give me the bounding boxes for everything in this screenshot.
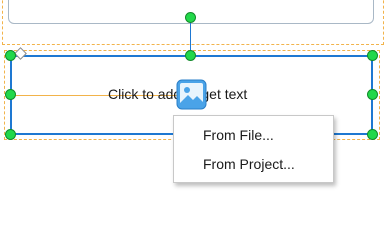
resize-handle-top-left[interactable] — [5, 50, 16, 61]
resize-handle-middle-right[interactable] — [367, 89, 378, 100]
resize-handle-bottom-right[interactable] — [367, 129, 378, 140]
upper-box-dashed-outline — [2, 0, 384, 45]
design-canvas[interactable]: Click to add target text From File... Fr… — [0, 0, 392, 200]
resize-handle-top-right[interactable] — [367, 50, 378, 61]
resize-handle-top-center[interactable] — [185, 50, 196, 61]
menu-item-from-project[interactable]: From Project... — [174, 150, 333, 179]
connector-top-handle[interactable] — [185, 12, 196, 23]
image-icon[interactable] — [176, 79, 207, 110]
menu-item-from-file[interactable]: From File... — [174, 121, 333, 150]
resize-handle-middle-left[interactable] — [5, 89, 16, 100]
image-source-context-menu: From File... From Project... — [173, 115, 334, 183]
resize-handle-bottom-left[interactable] — [5, 129, 16, 140]
